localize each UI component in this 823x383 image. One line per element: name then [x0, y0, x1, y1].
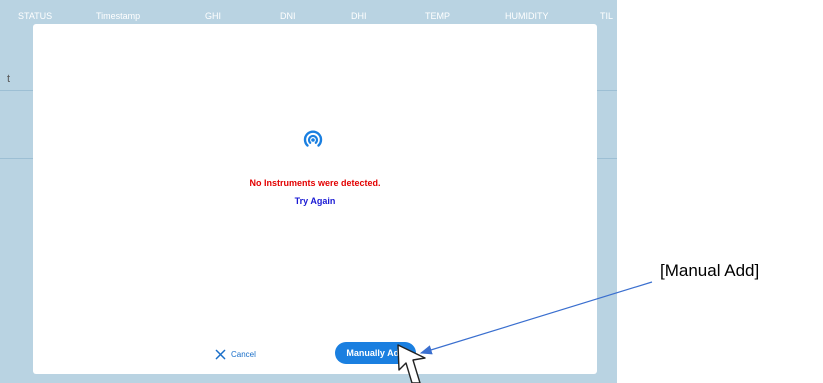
background-divider — [0, 90, 33, 91]
column-header-status: STATUS — [18, 11, 53, 21]
background-divider — [0, 158, 33, 159]
column-header-humidity: HUMIDITY — [505, 11, 549, 21]
column-header-dni: DNI — [280, 11, 296, 21]
column-header-tilt: TIL — [600, 11, 614, 21]
cancel-label: Cancel — [231, 349, 256, 359]
column-header-temp: TEMP — [425, 11, 451, 21]
annotation-label: [Manual Add] — [660, 261, 760, 280]
column-header-dhi: DHI — [351, 11, 367, 21]
app-backdrop: STATUS Timestamp GHI DNI DHI TEMP HUMIDI… — [0, 0, 617, 383]
wireless-signal-icon — [303, 130, 323, 147]
background-divider — [597, 158, 617, 159]
table-header: STATUS Timestamp GHI DNI DHI TEMP HUMIDI… — [0, 0, 617, 22]
column-header-timestamp: Timestamp — [96, 11, 141, 21]
no-instruments-message: No Instruments were detected. — [249, 178, 381, 188]
try-again-link[interactable]: Try Again — [33, 196, 597, 206]
background-row-text: t — [7, 73, 11, 85]
instrument-detection-dialog: No Instruments were detected. Try Again … — [33, 24, 597, 374]
manually-add-button[interactable]: Manually Add — [335, 342, 416, 364]
close-icon — [215, 349, 226, 359]
column-header-ghi: GHI — [205, 11, 222, 21]
background-divider — [597, 90, 617, 91]
cancel-button[interactable]: Cancel — [215, 346, 256, 362]
